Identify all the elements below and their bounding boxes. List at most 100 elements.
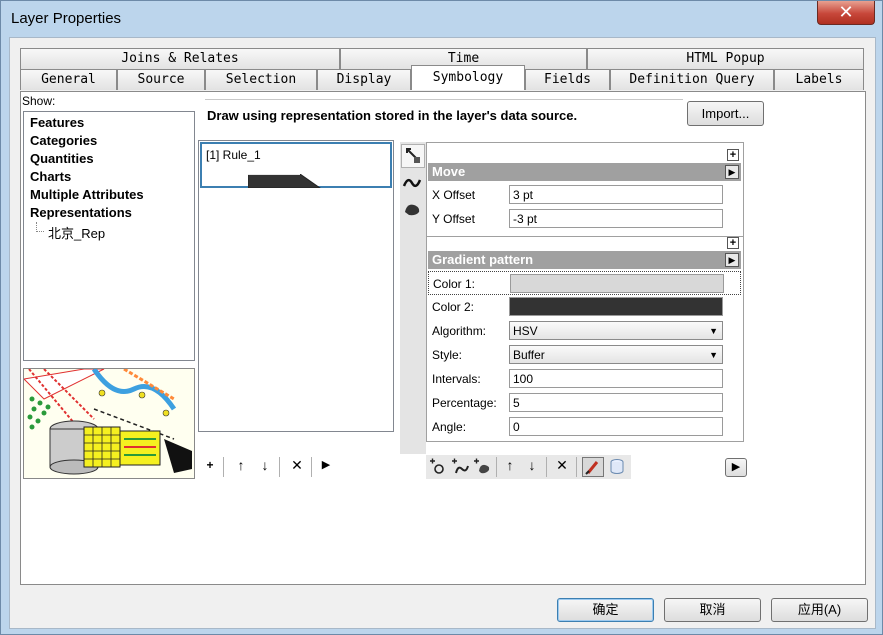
x-offset-row: X Offset 3 pt — [428, 183, 741, 207]
tab-symbology[interactable]: Symbology — [411, 65, 525, 90]
representation-preview — [22, 367, 195, 479]
show-subitem-row[interactable]: 北京_Rep — [24, 222, 194, 241]
algorithm-select[interactable]: HSV ▼ — [509, 321, 723, 340]
tab-definition-query[interactable]: Definition Query — [610, 69, 774, 90]
color1-row: Color 1: — [428, 271, 741, 295]
add-marker-layer-icon[interactable] — [428, 457, 448, 477]
tab-joins-relates[interactable]: Joins & Relates — [20, 48, 340, 69]
toolbar-separator — [546, 457, 547, 477]
color2-row: Color 2: — [428, 295, 741, 319]
layer-toolbar: ↑ ↓ ✕ — [426, 455, 631, 479]
title-bar[interactable]: Layer Properties ✕ — [1, 1, 883, 37]
toolbar-separator — [496, 457, 497, 477]
tab-display[interactable]: Display — [317, 69, 411, 90]
toolbar-separator — [311, 457, 312, 477]
tab-fields[interactable]: Fields — [525, 69, 610, 90]
x-offset-field[interactable]: 3 pt — [509, 185, 723, 204]
intervals-row: Intervals: 100 — [428, 367, 741, 391]
group-divider — [427, 236, 743, 237]
color2-label: Color 2: — [432, 300, 475, 314]
intervals-field[interactable]: 100 — [509, 369, 723, 388]
cancel-button[interactable]: 取消 — [664, 598, 761, 622]
stroke-layer-icon[interactable] — [401, 172, 425, 196]
tree-connector — [36, 222, 44, 232]
tab-labels[interactable]: Labels — [774, 69, 864, 90]
tab-html-popup[interactable]: HTML Popup — [587, 48, 864, 69]
show-item-categories[interactable]: Categories — [24, 132, 194, 150]
y-offset-row: Y Offset -3 pt — [428, 207, 741, 231]
ok-button[interactable]: 确定 — [557, 598, 654, 622]
color1-swatch[interactable] — [510, 274, 724, 293]
color2-swatch[interactable] — [509, 297, 723, 316]
color1-label: Color 1: — [433, 277, 476, 291]
tab-general[interactable]: General — [20, 69, 117, 90]
gradient-menu-arrow-icon[interactable]: ▶ — [725, 253, 739, 267]
show-item-multiple-attributes[interactable]: Multiple Attributes — [24, 186, 194, 204]
layer-properties-window: Layer Properties ✕ Joins & Relates Time … — [0, 0, 883, 635]
style-select[interactable]: Buffer ▼ — [509, 345, 723, 364]
y-offset-field[interactable]: -3 pt — [509, 209, 723, 228]
close-button[interactable]: ✕ — [817, 1, 875, 25]
rule-item[interactable]: [1] Rule_1 — [200, 142, 392, 188]
import-button[interactable]: Import... — [687, 101, 764, 126]
add-fill-layer-icon[interactable] — [472, 457, 492, 477]
window-title: Layer Properties — [11, 10, 122, 27]
description-area: Draw using representation stored in the … — [205, 99, 683, 131]
angle-row: Angle: 0 — [428, 415, 741, 439]
show-item-charts[interactable]: Charts — [24, 168, 194, 186]
angle-field[interactable]: 0 — [509, 417, 723, 436]
move-rule-up-button[interactable]: ↑ — [233, 457, 249, 473]
rule-toolbar: + ↑ ↓ ✕ ▶ — [203, 457, 353, 479]
rule-symbol-swatch — [248, 174, 321, 188]
description-text: Draw using representation stored in the … — [207, 108, 578, 123]
brush-tool-icon[interactable] — [582, 457, 604, 477]
tab-source[interactable]: Source — [117, 69, 205, 90]
move-menu-arrow-icon[interactable]: ▶ — [725, 165, 739, 179]
show-list: Features Categories Quantities Charts Mu… — [23, 111, 195, 361]
rule-more-button[interactable]: ▶ — [319, 458, 333, 471]
intervals-label: Intervals: — [432, 372, 481, 386]
algorithm-value: HSV — [513, 324, 538, 338]
delete-layer-button[interactable]: ✕ — [554, 457, 570, 474]
symbology-panel: Show: Features Categories Quantities Cha… — [20, 91, 866, 585]
tab-selection[interactable]: Selection — [205, 69, 317, 90]
layer-more-button[interactable]: ▶ — [725, 458, 747, 477]
move-layer-down-button[interactable]: ↓ — [524, 457, 540, 473]
rules-list: [1] Rule_1 — [198, 140, 394, 432]
delete-rule-button[interactable]: ✕ — [289, 457, 305, 474]
style-label: Style: — [432, 348, 463, 362]
show-subitem-label: 北京_Rep — [48, 226, 106, 241]
show-item-representations[interactable]: Representations — [24, 204, 194, 222]
percentage-label: Percentage: — [432, 396, 497, 410]
property-grid: + Move ▶ X Offset 3 pt Y Offset -3 pt + … — [426, 142, 744, 442]
move-group-header[interactable]: Move ▶ — [428, 163, 741, 181]
y-offset-label: Y Offset — [432, 212, 475, 226]
gradient-group-title: Gradient pattern — [432, 252, 534, 267]
gradient-group-header[interactable]: Gradient pattern ▶ — [428, 251, 741, 269]
style-row: Style: Buffer ▼ — [428, 343, 741, 367]
show-item-quantities[interactable]: Quantities — [24, 150, 194, 168]
geometric-effect-icon[interactable] — [401, 144, 425, 168]
move-layer-up-button[interactable]: ↑ — [502, 457, 518, 473]
dialog-client: Joins & Relates Time HTML Popup General … — [9, 37, 876, 629]
show-label: Show: — [22, 94, 56, 108]
add-rule-button[interactable]: + — [203, 458, 217, 472]
expand-move-icon[interactable]: + — [727, 149, 739, 161]
move-group-title: Move — [432, 164, 466, 179]
algorithm-label: Algorithm: — [432, 324, 487, 338]
show-item-features[interactable]: Features — [24, 114, 194, 132]
x-offset-label: X Offset — [432, 188, 476, 202]
effects-side-strip — [400, 142, 426, 454]
rule-item-label: [1] Rule_1 — [206, 148, 261, 162]
expand-gradient-icon[interactable]: + — [727, 237, 739, 249]
algorithm-row: Algorithm: HSV ▼ — [428, 319, 741, 343]
percentage-field[interactable]: 5 — [509, 393, 723, 412]
add-stroke-layer-icon[interactable] — [450, 457, 470, 477]
move-rule-down-button[interactable]: ↓ — [257, 457, 273, 473]
percentage-row: Percentage: 5 — [428, 391, 741, 415]
tab-row-front: General Source Selection Display Symbolo… — [20, 65, 866, 90]
fill-layer-icon[interactable] — [401, 198, 425, 222]
database-icon[interactable] — [608, 457, 626, 477]
apply-button[interactable]: 应用(A) — [771, 598, 868, 622]
preview-map-illustration — [22, 367, 194, 478]
